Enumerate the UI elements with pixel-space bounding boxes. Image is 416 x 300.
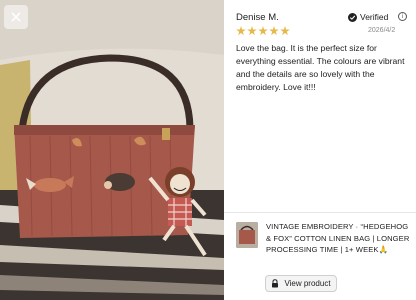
star-icon <box>280 26 290 36</box>
star-icon <box>269 26 279 36</box>
view-product-button[interactable]: View product <box>265 275 337 292</box>
product-thumbnail[interactable] <box>236 222 258 248</box>
star-rating <box>236 26 290 36</box>
lock-icon <box>271 279 279 288</box>
star-icon <box>236 26 246 36</box>
view-product-label: View product <box>284 279 331 288</box>
reviewer-name: Denise M. <box>236 12 279 23</box>
reviewer-row: Denise M. Verified <box>236 12 406 26</box>
verified-label: Verified <box>360 12 389 22</box>
star-icon <box>247 26 257 36</box>
verified-badge: Verified <box>348 12 388 22</box>
star-icon <box>258 26 268 36</box>
verified-icon <box>348 12 357 22</box>
info-icon[interactable]: i <box>398 12 407 21</box>
close-icon <box>11 12 21 22</box>
review-date: 2026/4/2 <box>368 27 396 34</box>
review-text: Love the bag. It is the perfect size for… <box>236 43 405 92</box>
divider <box>224 212 416 213</box>
close-button[interactable] <box>4 5 28 29</box>
review-photo <box>0 0 224 300</box>
bag-photo-illustration <box>0 0 224 300</box>
product-title[interactable]: VINTAGE EMBROIDERY · “HEDGEHOG & FOX” CO… <box>266 221 412 256</box>
